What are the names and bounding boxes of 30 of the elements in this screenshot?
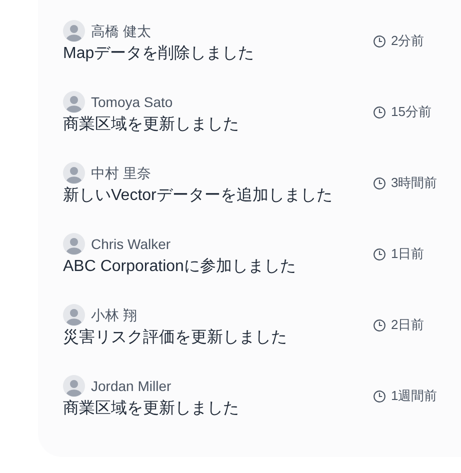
avatar <box>63 20 85 42</box>
activity-text: 商業区域を更新しました <box>63 398 240 419</box>
avatar <box>63 233 85 255</box>
user-name: 中村 里奈 <box>91 164 151 182</box>
activity-text: 災害リスク評価を更新しました <box>63 328 288 348</box>
avatar <box>63 162 85 184</box>
activity-time: 3時間前 <box>391 174 438 192</box>
activity-time: 2分前 <box>391 32 424 50</box>
clock-icon <box>373 34 386 48</box>
avatar <box>63 375 85 397</box>
user-name: 小林 翔 <box>91 306 137 324</box>
user-name: 高橋 健太 <box>91 22 151 40</box>
activity-time: 1週間前 <box>391 387 438 406</box>
clock-icon <box>373 390 386 402</box>
activity-time: 1日前 <box>391 245 424 264</box>
activity-text: 新しいVectorデーターを追加しました <box>63 186 334 206</box>
user-name: Tomoya Sato <box>91 92 173 112</box>
clock-icon <box>373 106 386 118</box>
activity-time: 15分前 <box>391 103 432 122</box>
avatar <box>63 304 85 326</box>
activity-text: Mapデータを削除しました <box>63 44 256 64</box>
user-name: Chris Walker <box>91 234 171 254</box>
activity-text: ABC Corporationに参加しました <box>63 256 297 277</box>
clock-icon <box>373 176 386 190</box>
activity-time: 2日前 <box>391 316 424 334</box>
activity-text: 商業区域を更新しました <box>63 114 240 135</box>
clock-icon <box>373 248 386 260</box>
clock-icon <box>373 318 386 332</box>
user-name: Jordan Miller <box>91 376 172 396</box>
avatar <box>63 91 85 113</box>
